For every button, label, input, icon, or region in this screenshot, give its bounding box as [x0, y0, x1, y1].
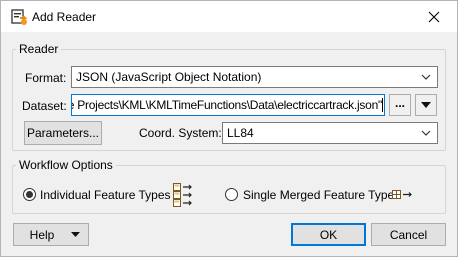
format-value: JSON (JavaScript Object Notation)	[76, 70, 262, 84]
dataset-label: Dataset:	[22, 99, 67, 113]
dialog-title: Add Reader	[32, 10, 97, 24]
close-icon	[428, 11, 440, 22]
help-button-label: Help	[29, 227, 55, 242]
title-bar: Add Reader	[1, 1, 457, 32]
format-select[interactable]: JSON (JavaScript Object Notation)	[71, 66, 438, 88]
parameters-button-label: Parameters...	[26, 126, 100, 140]
coord-system-value: LL84	[227, 126, 254, 140]
merged-feature-type-icon	[392, 190, 412, 199]
chevron-down-icon	[421, 130, 431, 136]
add-reader-icon	[11, 9, 28, 25]
radio-selected-dot	[26, 191, 33, 198]
dropdown-arrow-icon	[421, 102, 431, 108]
coord-system-select[interactable]: LL84	[222, 122, 438, 144]
format-label: Format:	[25, 71, 67, 85]
individual-feature-types-radio[interactable]	[23, 188, 36, 201]
cancel-button-label: Cancel	[389, 227, 428, 242]
browse-button-label: ...	[394, 96, 405, 110]
single-merged-feature-type-radio[interactable]	[225, 188, 238, 201]
multiple-feature-types-icon	[173, 183, 192, 207]
add-reader-dialog: Add Reader Reader Format: JSON (JavaScri…	[0, 0, 458, 257]
coord-system-label: Coord. System:	[139, 126, 222, 140]
close-button[interactable]	[411, 1, 457, 32]
dataset-value: Safe Projects\KML\KMLTimeFunctions\Data\…	[71, 98, 382, 112]
reader-group-legend: Reader	[19, 42, 59, 56]
text-caret	[382, 98, 383, 112]
cancel-button[interactable]: Cancel	[371, 223, 446, 246]
browse-options-button[interactable]	[415, 94, 437, 116]
ok-button[interactable]: OK	[291, 223, 366, 246]
dropdown-arrow-icon	[71, 232, 80, 237]
workflow-options-group: Workflow Options	[12, 158, 446, 214]
dataset-input[interactable]: Safe Projects\KML\KMLTimeFunctions\Data\…	[71, 94, 385, 116]
help-button[interactable]: Help	[13, 223, 89, 246]
workflow-options-legend: Workflow Options	[19, 158, 113, 172]
browse-button[interactable]: ...	[389, 94, 411, 116]
chevron-down-icon	[421, 74, 431, 80]
parameters-button[interactable]: Parameters...	[24, 121, 102, 145]
individual-feature-types-label[interactable]: Individual Feature Types	[40, 188, 171, 202]
ok-button-label: OK	[319, 227, 338, 242]
single-merged-feature-type-label[interactable]: Single Merged Feature Type	[243, 188, 394, 202]
